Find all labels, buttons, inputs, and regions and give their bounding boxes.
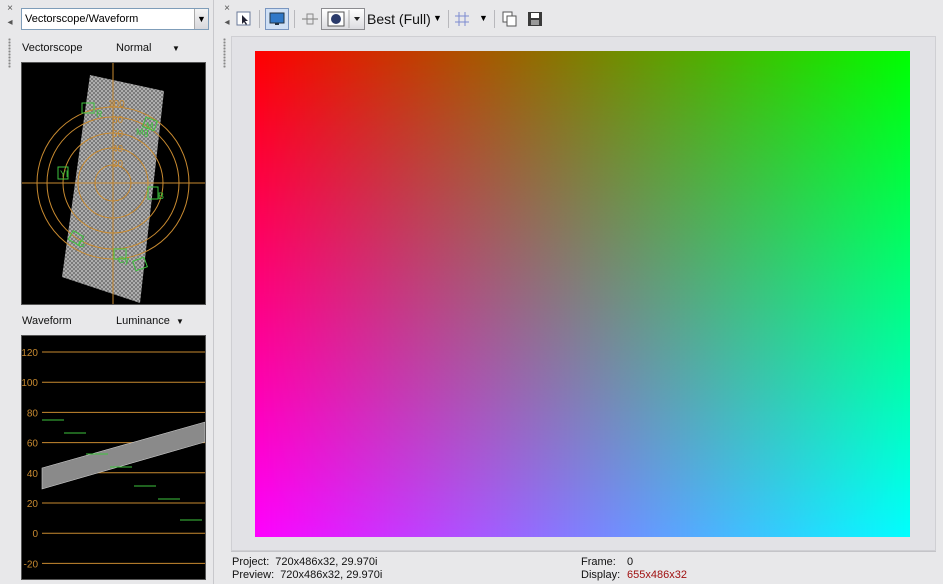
waveform-mode[interactable]: Luminance bbox=[116, 315, 170, 327]
waveform-tick-label: 120 bbox=[22, 348, 38, 359]
preview-label: Preview: bbox=[232, 569, 275, 581]
scope-panel: × ◂ Vectorscope/Waveform ▼ Vectorscope N… bbox=[0, 0, 214, 584]
ring-label: 20 bbox=[112, 159, 124, 170]
collapse-panel-icon[interactable]: ◂ bbox=[3, 18, 17, 28]
target-label: Mg bbox=[136, 127, 149, 137]
waveform-tick-label: 60 bbox=[27, 439, 39, 450]
frame-status: Frame: 0 Display: 655x486x32 bbox=[581, 556, 687, 582]
waveform-header: Waveform Luminance ▼ bbox=[22, 315, 202, 327]
vectorscope-mode[interactable]: Normal bbox=[116, 42, 151, 54]
waveform-tick-label: 80 bbox=[27, 408, 39, 419]
display-label: Display: bbox=[581, 569, 621, 581]
vectorscope-graph: 100 80 60 40 20 M R Mg Yl B G Cy bbox=[22, 63, 205, 304]
waveform-mode-dropdown-icon[interactable]: ▼ bbox=[176, 317, 184, 326]
frame-value: 0 bbox=[627, 556, 634, 568]
waveform-trace bbox=[41, 421, 206, 490]
save-snapshot-icon[interactable] bbox=[525, 9, 545, 29]
waveform-tick-label: -20 bbox=[24, 559, 39, 570]
close-toolbar-icon[interactable]: × bbox=[220, 4, 234, 14]
external-monitor-icon[interactable] bbox=[265, 8, 289, 30]
quality-dropdown-icon[interactable]: ▼ bbox=[433, 13, 442, 23]
waveform-tick-label: 40 bbox=[27, 469, 39, 480]
display-value: 655x486x32 bbox=[627, 569, 687, 581]
copy-snapshot-icon[interactable] bbox=[500, 9, 520, 29]
ring-label: 40 bbox=[112, 144, 124, 155]
vectorscope-header: Vectorscope Normal ▼ bbox=[22, 42, 202, 54]
waveform-tick-label: 100 bbox=[22, 378, 38, 389]
grid-dropdown-icon[interactable]: ▼ bbox=[479, 13, 488, 23]
overlay-icon[interactable] bbox=[321, 8, 365, 30]
vectorscope-mode-dropdown-icon[interactable]: ▼ bbox=[172, 44, 180, 53]
preview-value: 720x486x32, 29.970i bbox=[280, 569, 383, 581]
chevron-down-icon[interactable]: ▼ bbox=[194, 9, 208, 29]
video-preview-frame[interactable] bbox=[255, 51, 910, 537]
waveform-tick-label: 20 bbox=[27, 499, 39, 510]
scope-selector-value: Vectorscope/Waveform bbox=[25, 13, 139, 25]
project-value: 720x486x32, 29.970i bbox=[275, 556, 378, 568]
target-label: Yl bbox=[60, 169, 68, 179]
ring-label: 100 bbox=[108, 99, 125, 110]
target-label: B bbox=[158, 191, 164, 201]
project-status: Project: 720x486x32, 29.970i Preview: 720x… bbox=[232, 556, 382, 582]
collapse-toolbar-icon[interactable]: ◂ bbox=[220, 18, 234, 28]
target-label: G bbox=[78, 239, 85, 249]
grid-icon[interactable] bbox=[452, 9, 472, 29]
close-panel-icon[interactable]: × bbox=[3, 4, 17, 14]
frame-label: Frame: bbox=[581, 556, 616, 568]
select-arrow-icon[interactable] bbox=[234, 9, 254, 29]
waveform-graph: 120 100 80 60 40 20 0 -20 bbox=[21, 348, 206, 570]
split-screen-icon[interactable] bbox=[300, 9, 320, 29]
waveform-tick-label: 0 bbox=[32, 529, 38, 540]
scope-selector[interactable]: Vectorscope/Waveform ▼ bbox=[21, 8, 209, 30]
target-label: R bbox=[96, 109, 103, 119]
panel-drag-handle[interactable] bbox=[8, 38, 11, 68]
ring-label: 60 bbox=[112, 129, 124, 140]
toolbar-drag-handle[interactable] bbox=[223, 38, 226, 68]
ring-label: 80 bbox=[112, 115, 124, 126]
waveform-label: Waveform bbox=[22, 315, 72, 327]
vectorscope-display: 100 80 60 40 20 M R Mg Yl B G Cy bbox=[21, 62, 206, 305]
preview-quality-value[interactable]: Best (Full) bbox=[367, 11, 431, 27]
waveform-display: 120 100 80 60 40 20 0 -20 bbox=[21, 335, 206, 580]
vectorscope-label: Vectorscope bbox=[22, 42, 83, 54]
preview-toolbar: × ◂ Best (Full) ▼ ▼ bbox=[220, 0, 943, 68]
target-label: Cy bbox=[118, 255, 129, 265]
project-label: Project: bbox=[232, 556, 270, 568]
